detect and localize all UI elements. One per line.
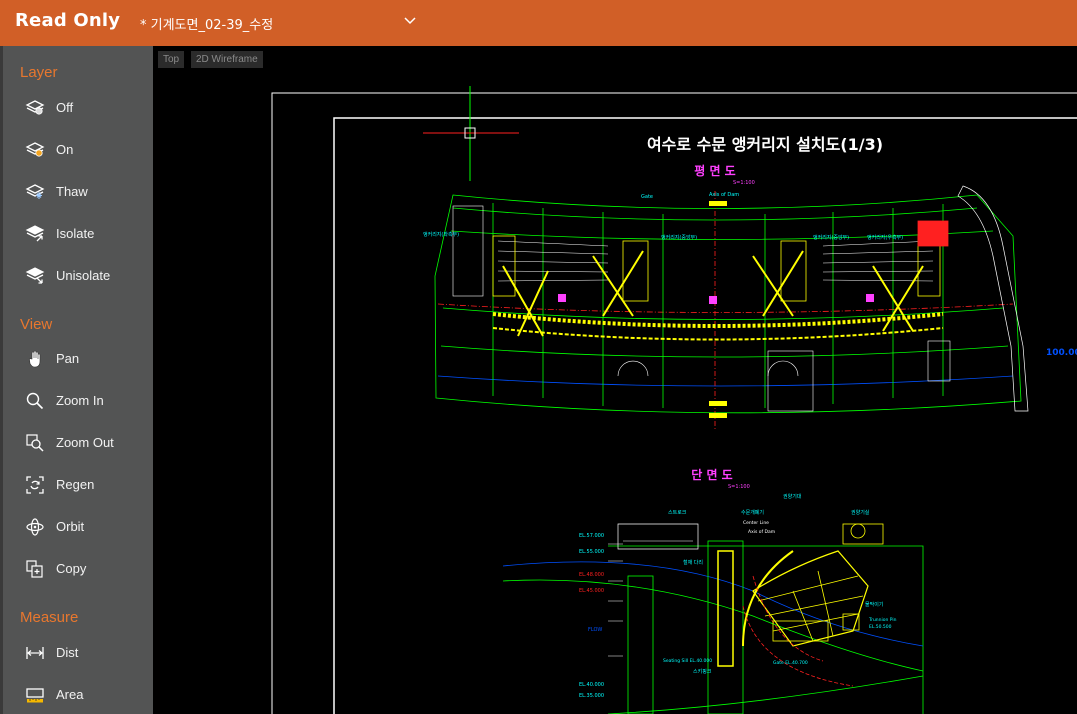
section-annotation: 물막이기 bbox=[865, 601, 883, 608]
zoom-out-icon bbox=[26, 434, 44, 452]
tool-dist[interactable]: Dist bbox=[3, 636, 153, 670]
drawing-title: 여수로 수문 앵커리지 설치도(1/3) bbox=[647, 135, 883, 154]
section-annotation: 스트로크 bbox=[668, 510, 687, 516]
section-title-view: View bbox=[20, 316, 53, 333]
tool-label: Isolate bbox=[56, 226, 95, 241]
tool-layer-thaw[interactable]: Thaw bbox=[3, 175, 153, 209]
layer-on-icon bbox=[25, 142, 45, 157]
section-annotation: 수문개폐기 bbox=[741, 509, 764, 516]
layer-thaw-icon bbox=[25, 184, 45, 199]
zoom-in-icon bbox=[26, 392, 44, 410]
chevron-down-icon[interactable] bbox=[402, 13, 418, 29]
section-title-layer: Layer bbox=[20, 64, 58, 81]
tool-zoom-in[interactable]: Zoom In bbox=[3, 384, 153, 418]
section-annotation: 철재 다리 bbox=[683, 559, 703, 566]
tool-regen[interactable]: Regen bbox=[3, 468, 153, 502]
tool-label: Off bbox=[56, 100, 74, 115]
section-annotation: 스키핑크 bbox=[693, 668, 712, 675]
section-annotation: FLOW bbox=[588, 627, 602, 633]
plan-view bbox=[434, 185, 1029, 431]
tool-copy[interactable]: Copy bbox=[3, 552, 153, 586]
tool-label: Zoom Out bbox=[56, 435, 114, 450]
section-annotation: 권양기대 bbox=[783, 493, 802, 500]
tool-label: Orbit bbox=[56, 519, 85, 534]
copy-icon bbox=[26, 560, 43, 578]
section-title-measure: Measure bbox=[20, 609, 79, 626]
tool-area[interactable]: Area bbox=[3, 678, 153, 712]
section-annotation: EL.50.500 bbox=[869, 624, 892, 630]
section-annotation: EL.48.000 bbox=[579, 572, 604, 578]
section-annotation: EL.40.000 bbox=[579, 682, 604, 688]
tool-label: Unisolate bbox=[56, 268, 111, 283]
tool-label: Zoom In bbox=[56, 393, 104, 408]
tool-label: Thaw bbox=[56, 184, 88, 199]
section-annotation: EL.57.000 bbox=[579, 533, 604, 539]
hand-icon bbox=[29, 350, 41, 368]
section-annotation: Center Line bbox=[743, 520, 769, 526]
section-annotation: Seating Sill EL.40.000 bbox=[663, 658, 712, 664]
section-annotation: EL.55.000 bbox=[579, 549, 604, 555]
layer-unisolate-icon bbox=[25, 267, 45, 284]
tool-orbit[interactable]: Orbit bbox=[3, 510, 153, 544]
plan-scale-label: S=1:100 bbox=[733, 180, 755, 186]
tool-layer-unisolate[interactable]: Unisolate bbox=[3, 259, 153, 293]
sidebar: Layer Off On Thaw Isolate Unisolate View… bbox=[0, 46, 153, 714]
plan-annotation: Gate bbox=[641, 194, 653, 200]
layer-isolate-icon bbox=[25, 225, 45, 242]
regen-icon bbox=[26, 476, 44, 494]
section-annotation: EL.35.000 bbox=[579, 693, 604, 699]
section-annotation: Axis of Dam bbox=[748, 529, 775, 535]
plan-annotation: 앵커리지(중앙부) bbox=[661, 234, 697, 241]
cad-drawing: 여수로 수문 앵커리지 설치도(1/3) 평 면 도 S=1:100 앵커리지(… bbox=[271, 86, 1077, 714]
tool-layer-isolate[interactable]: Isolate bbox=[3, 217, 153, 251]
layer-off-icon bbox=[25, 100, 45, 115]
plan-annotation: 앵커리지(중앙부) bbox=[813, 234, 849, 241]
tool-pan[interactable]: Pan bbox=[3, 342, 153, 376]
section-annotation: Trunnion Pin bbox=[868, 617, 897, 623]
tool-label: Pan bbox=[56, 351, 80, 366]
tool-layer-on[interactable]: On bbox=[3, 133, 153, 167]
section-view-label: 단 면 도 bbox=[691, 467, 732, 482]
drawing-viewport[interactable]: Top 2D Wireframe 여수로 수문 앵커리지 설치도(1/3) 평 … bbox=[153, 46, 1077, 714]
plan-annotation: Axis of Dam bbox=[709, 192, 739, 198]
tool-layer-off[interactable]: Off bbox=[3, 91, 153, 125]
app-title: Read Only bbox=[15, 10, 121, 31]
section-annotation: EL.45.000 bbox=[579, 588, 604, 594]
distance-icon bbox=[26, 647, 44, 659]
section-view bbox=[502, 523, 924, 714]
tool-zoom-out[interactable]: Zoom Out bbox=[3, 426, 153, 460]
section-scale-label: S=1:100 bbox=[728, 484, 750, 490]
plan-view-label: 평 면 도 bbox=[694, 163, 735, 178]
orbit-icon bbox=[26, 518, 44, 536]
tool-label: Dist bbox=[56, 645, 79, 660]
title-bar: Read Only * 기계도면_02-39_수정 bbox=[0, 0, 1077, 46]
tool-label: Regen bbox=[56, 477, 95, 492]
plan-annotation: 앵커리지(우측부) bbox=[867, 234, 903, 241]
section-annotation: 권양기실 bbox=[851, 509, 870, 516]
section-annotation: Gate EL.40.700 bbox=[773, 660, 808, 666]
document-title[interactable]: * 기계도면_02-39_수정 bbox=[140, 14, 273, 33]
plan-annotation: 앵커리지(좌측부) bbox=[423, 231, 459, 238]
tool-label: Area bbox=[56, 687, 84, 702]
area-icon bbox=[26, 688, 44, 703]
tool-label: On bbox=[56, 142, 74, 157]
elevation-mark: 100.00 bbox=[1046, 348, 1077, 358]
tool-label: Copy bbox=[56, 561, 87, 576]
